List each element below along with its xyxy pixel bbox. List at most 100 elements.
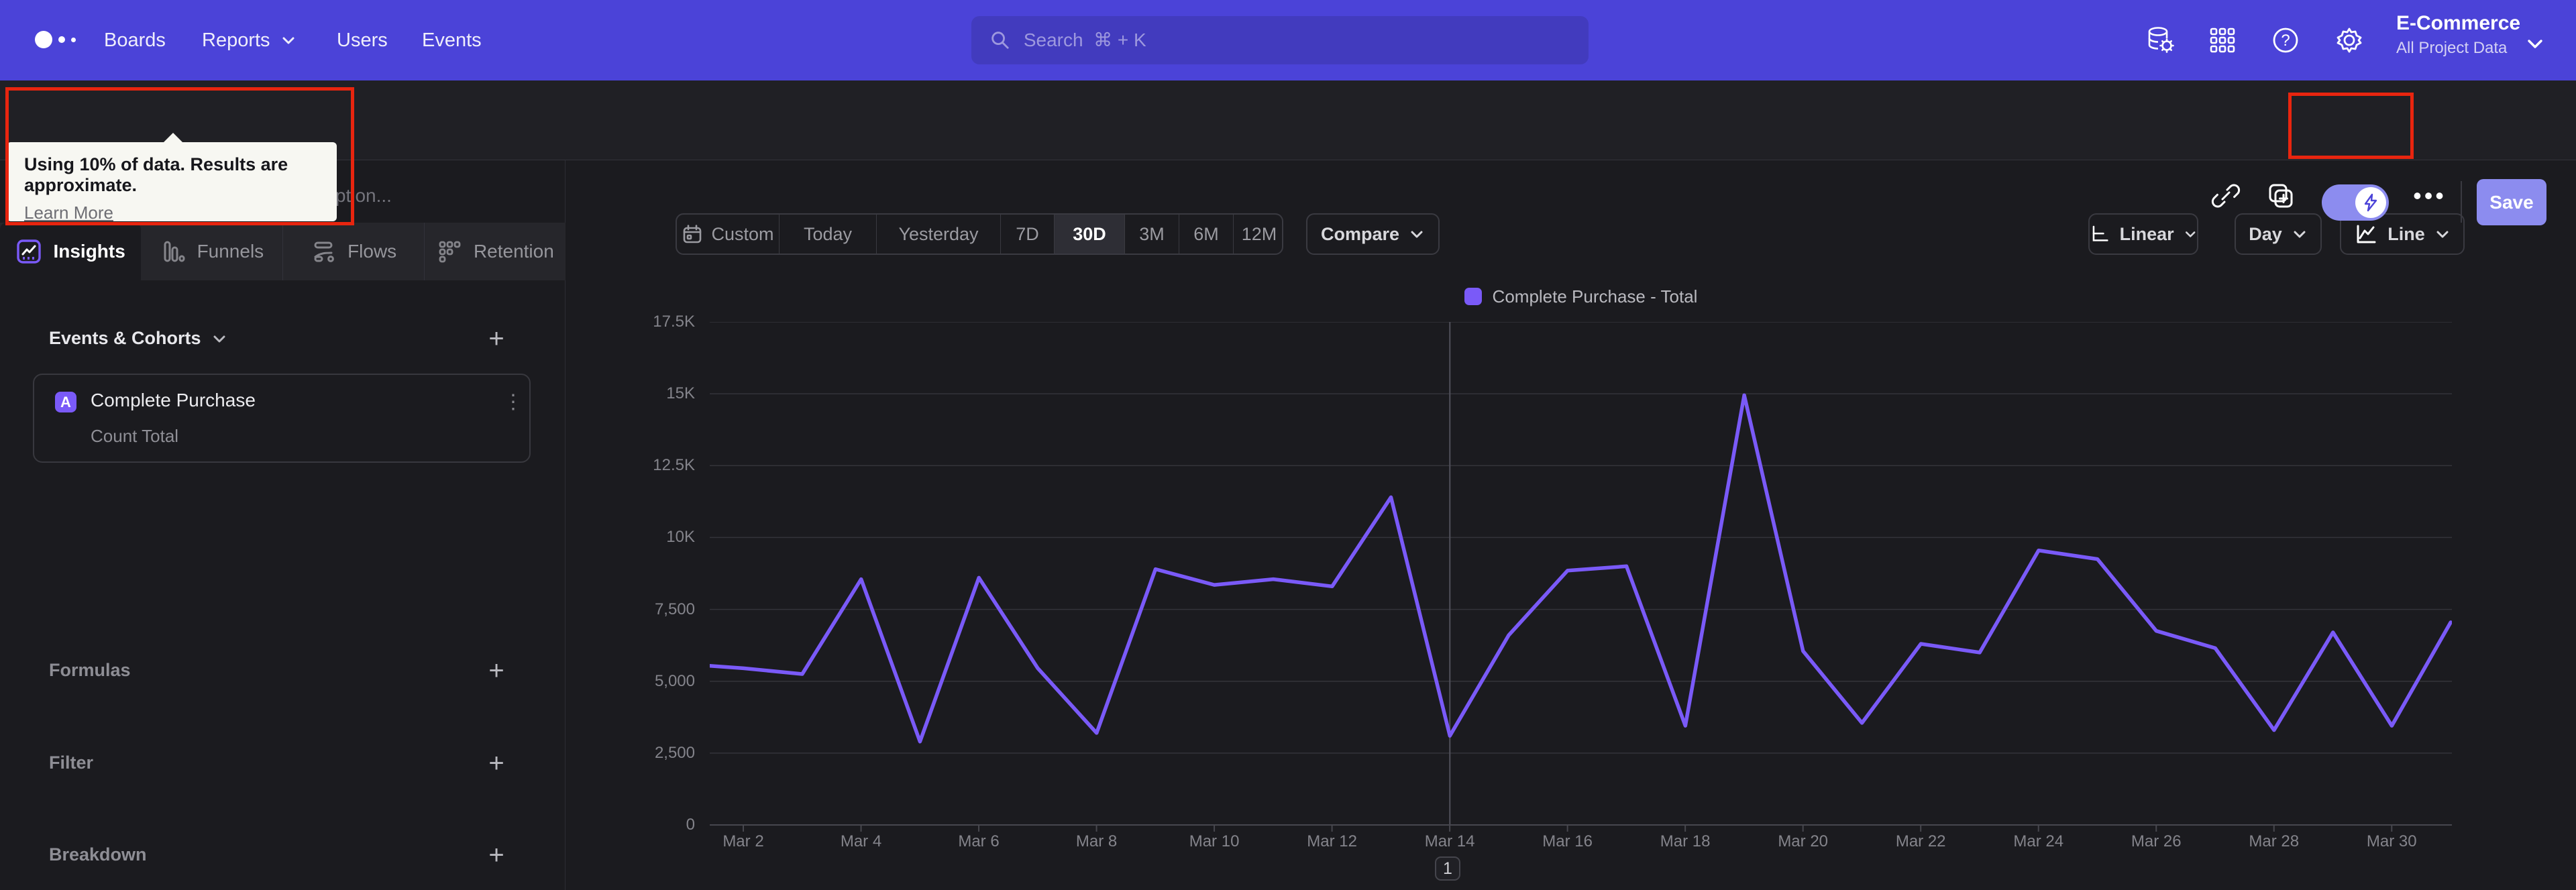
x-axis-tick: Mar 4 (840, 832, 882, 850)
x-axis-tick: Mar 22 (1895, 832, 1946, 850)
line-chart[interactable] (710, 322, 2452, 833)
lightning-bolt-icon (2364, 193, 2377, 212)
range-label: Custom (711, 223, 774, 244)
apps-grid-icon[interactable] (2206, 24, 2239, 56)
chart-legend[interactable]: Complete Purchase - Total (710, 282, 2452, 311)
sampling-tooltip: Using 10% of data. Results are approxima… (7, 133, 337, 223)
search-icon (991, 32, 1009, 49)
add-breakdown-button[interactable]: + (478, 836, 515, 874)
flows-icon (314, 241, 334, 262)
event-kebab-menu[interactable]: ⋮ (500, 387, 527, 416)
tab-label: Insights (53, 241, 125, 262)
tab-label: Funnels (197, 241, 264, 262)
y-axis-tick: 0 (686, 816, 695, 834)
x-axis-tick: Mar 20 (1778, 832, 1829, 850)
nav-item-boards[interactable]: Boards (104, 0, 166, 80)
event-series-badge: A (55, 392, 76, 412)
legend-label: Complete Purchase - Total (1492, 286, 1698, 307)
scale-selector[interactable]: Linear (2088, 213, 2198, 255)
y-axis-tick: 17.5K (653, 313, 695, 331)
range-yesterday[interactable]: Yesterday (877, 215, 1001, 254)
learn-more-link[interactable]: Learn More (24, 203, 113, 223)
calendar-icon (684, 225, 702, 243)
add-event-button[interactable]: + (478, 320, 515, 357)
chevron-down-icon (2436, 231, 2449, 238)
project-switcher[interactable]: E-Commerce All Project Data (2396, 12, 2520, 58)
add-formula-button[interactable]: + (478, 652, 515, 689)
report-header-bar: Untitled Sampled + Add description... ••… (0, 80, 2576, 225)
legend-swatch (1464, 288, 1482, 305)
range-30d[interactable]: 30D (1055, 215, 1125, 254)
more-options-button[interactable]: ••• (2412, 178, 2447, 213)
settings-gear-icon[interactable] (2333, 24, 2365, 56)
top-nav: Boards Reports Users Events ? (0, 0, 2576, 80)
toggle-knob (2355, 187, 2386, 218)
x-axis-tick: Mar 6 (958, 832, 1000, 850)
chevron-down-icon (213, 335, 225, 342)
chevron-down-icon (282, 37, 294, 44)
x-axis-tick: Mar 10 (1189, 832, 1240, 850)
chevron-down-icon (2528, 40, 2542, 48)
range-today[interactable]: Today (780, 215, 877, 254)
logo-dot-icon (58, 36, 65, 43)
chevron-down-icon (2294, 231, 2306, 238)
funnels-icon (164, 241, 185, 262)
event-name: Complete Purchase (91, 390, 256, 410)
tab-insights[interactable]: Insights (0, 223, 142, 280)
logo-dot-icon (35, 31, 52, 48)
help-icon[interactable]: ? (2269, 24, 2302, 56)
nav-item-events[interactable]: Events (422, 0, 482, 80)
add-filter-button[interactable]: + (478, 744, 515, 782)
breakdown-label: Breakdown (49, 844, 147, 865)
tab-label: Flows (347, 241, 397, 262)
range-3m[interactable]: 3M (1125, 215, 1179, 254)
y-axis-tick: 10K (666, 528, 695, 547)
x-axis-tick: Mar 12 (1307, 832, 1357, 850)
range-7d[interactable]: 7D (1001, 215, 1055, 254)
y-axis-tick: 2,500 (654, 743, 695, 762)
range-6m[interactable]: 6M (1179, 215, 1234, 254)
nav-item-users[interactable]: Users (337, 0, 388, 80)
compare-button[interactable]: Compare (1306, 213, 1440, 255)
event-card[interactable]: A Complete Purchase Count Total ⋮ (33, 374, 531, 463)
filter-label: Filter (49, 753, 94, 773)
interval-selector[interactable]: Day (2235, 213, 2322, 255)
mixpanel-logo[interactable] (35, 31, 76, 48)
formulas-label: Formulas (49, 660, 131, 680)
annotation-marker[interactable]: 1 (1435, 856, 1460, 881)
tab-flows[interactable]: Flows (283, 223, 425, 280)
y-axis-tick: 5,000 (654, 671, 695, 690)
range-label: 12M (1241, 223, 1277, 244)
events-cohorts-header[interactable]: Events & Cohorts (49, 328, 228, 349)
x-axis-tick: Mar 18 (1660, 832, 1711, 850)
sampling-toggle[interactable] (2322, 184, 2389, 221)
range-label: 30D (1073, 223, 1106, 244)
tab-retention[interactable]: Retention (425, 223, 566, 280)
y-axis-tick: 12.5K (653, 456, 695, 475)
divider (2461, 181, 2462, 223)
add-to-board-icon[interactable] (2263, 178, 2298, 213)
range-label: 3M (1139, 223, 1165, 244)
range-label: 7D (1016, 223, 1039, 244)
formulas-section: Formulas + (0, 648, 566, 695)
x-axis-tick: Mar 8 (1075, 832, 1118, 850)
line-chart-icon (2357, 225, 2376, 243)
save-button[interactable]: Save (2477, 179, 2546, 225)
filter-section: Filter + (0, 740, 566, 787)
tab-funnels[interactable]: Funnels (141, 223, 283, 280)
date-range-group: Custom Today Yesterday 7D 30D 3M 6M 12M (676, 213, 1283, 255)
copy-link-icon[interactable] (2208, 178, 2243, 213)
range-12m[interactable]: 12M (1234, 215, 1282, 254)
sidebar: Insights Funnels Flows Retention Events & C… (0, 160, 566, 890)
event-metric[interactable]: Count Total (91, 426, 178, 447)
chevron-down-icon (2185, 231, 2196, 237)
report-tabs: Insights Funnels Flows Retention (0, 223, 566, 280)
retention-icon (439, 241, 461, 263)
events-cohorts-section: Events & Cohorts + (0, 316, 566, 363)
tab-label: Retention (473, 241, 554, 262)
search-input[interactable] (1023, 30, 1571, 51)
data-management-icon[interactable] (2144, 24, 2176, 56)
search-bar[interactable] (971, 16, 1589, 64)
nav-item-reports[interactable]: Reports (202, 0, 297, 80)
range-custom[interactable]: Custom (677, 215, 780, 254)
